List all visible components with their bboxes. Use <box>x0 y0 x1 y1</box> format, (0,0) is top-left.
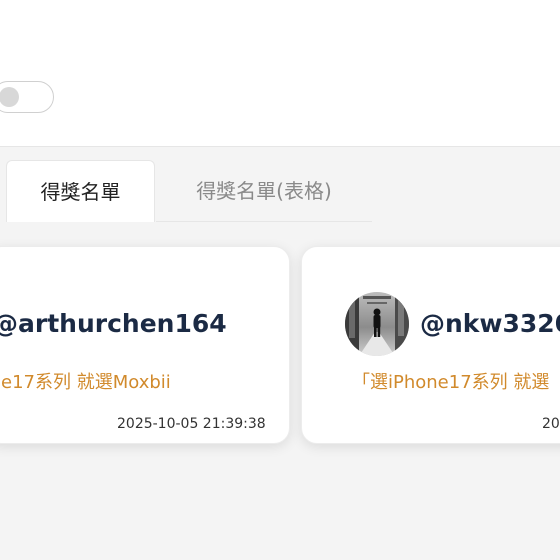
winner-message: 「選iPhone17系列 就選 <box>352 372 550 393</box>
tab-bar: 得獎名單 得獎名單(表格) <box>0 147 560 222</box>
toggle-knob <box>0 87 19 107</box>
avatar-photo-icon <box>345 292 409 356</box>
winner-username: @nkw3320 <box>420 309 560 338</box>
content-area: 得獎名單 得獎名單(表格) @arthurchen164 e17系列 就選Mox… <box>0 146 560 560</box>
winner-card: @nkw3320 「選iPhone17系列 就選 20 <box>301 246 560 444</box>
tab-winner-list[interactable]: 得獎名單 <box>6 160 155 222</box>
tab-winner-list-table[interactable]: 得獎名單(表格) <box>156 160 372 222</box>
winner-message: e17系列 就選Moxbii <box>1 372 171 393</box>
winner-card: @arthurchen164 e17系列 就選Moxbii 2025-10-05… <box>0 246 290 444</box>
winner-timestamp: 2025-10-05 21:39:38 <box>117 416 266 432</box>
winner-username: @arthurchen164 <box>0 309 227 338</box>
avatar <box>345 292 409 356</box>
winner-timestamp: 20 <box>542 416 560 432</box>
page: 得獎名單 得獎名單(表格) @arthurchen164 e17系列 就選Mox… <box>0 0 560 560</box>
toggle-switch[interactable] <box>0 81 54 113</box>
